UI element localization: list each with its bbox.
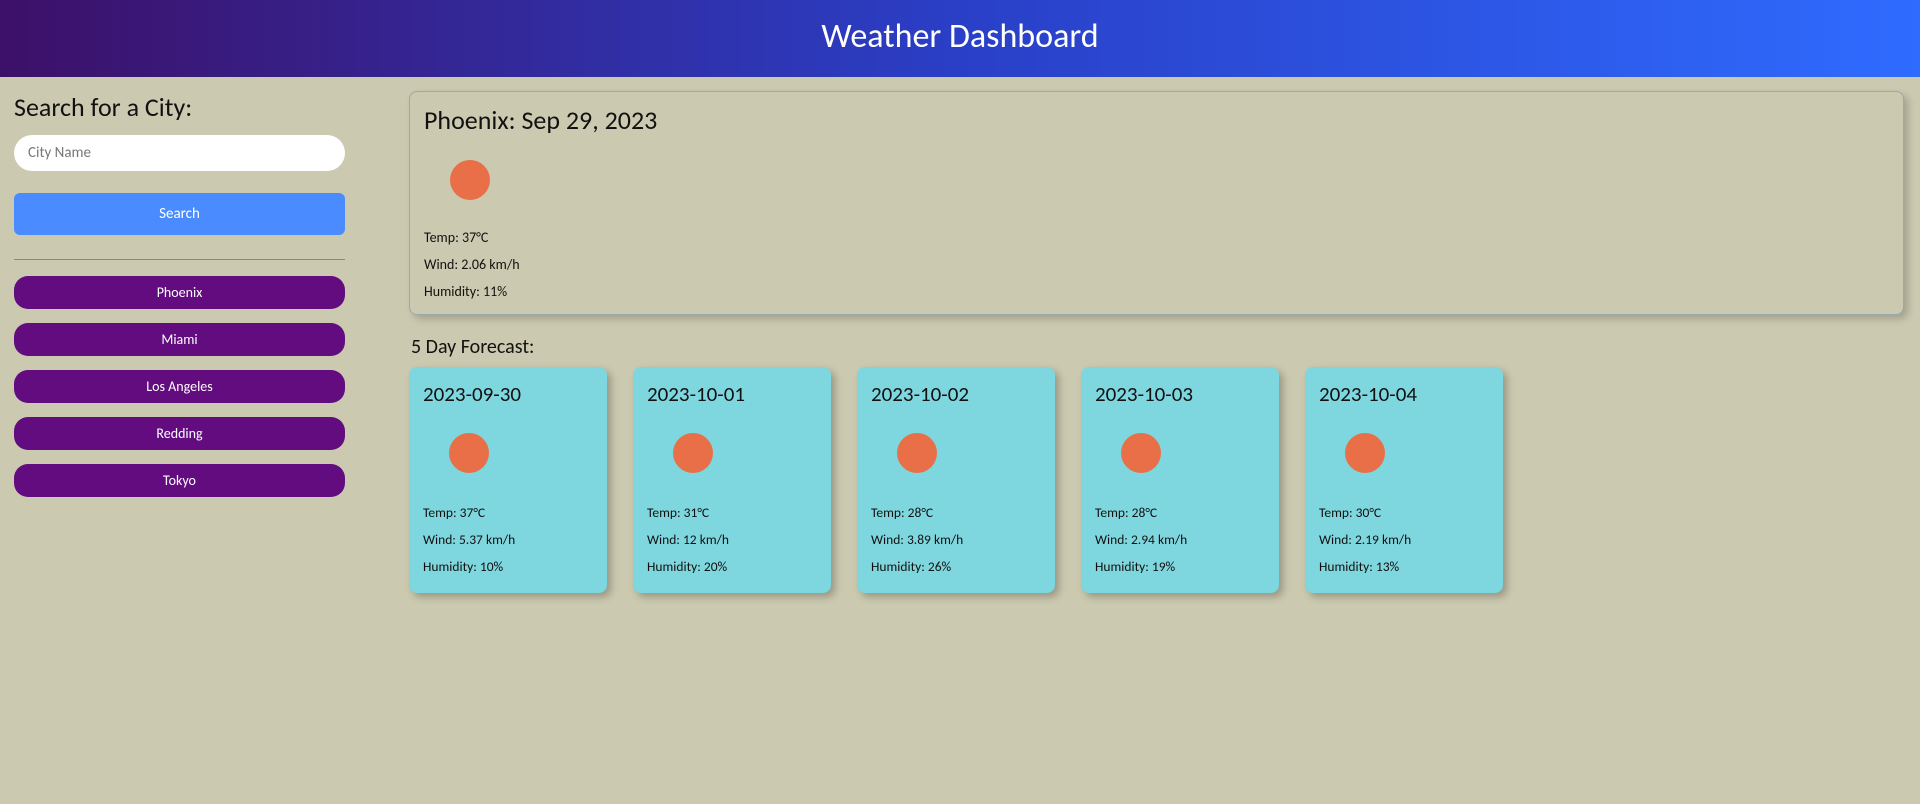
sun-icon	[673, 433, 713, 473]
page-title: Weather Dashboard	[0, 16, 1920, 57]
forecast-temp: Temp: 31°C	[647, 504, 819, 521]
history-item-miami[interactable]: Miami	[14, 323, 345, 356]
search-input[interactable]	[14, 135, 345, 171]
sun-icon	[450, 160, 490, 200]
divider	[14, 259, 345, 260]
history-item-phoenix[interactable]: Phoenix	[14, 276, 345, 309]
search-heading: Search for a City:	[14, 91, 345, 123]
forecast-wind: Wind: 3.89 km/h	[871, 531, 1043, 548]
forecast-wind: Wind: 2.19 km/h	[1319, 531, 1491, 548]
history-item-tokyo[interactable]: Tokyo	[14, 464, 345, 497]
sun-icon	[1121, 433, 1161, 473]
forecast-humidity: Humidity: 20%	[647, 558, 819, 575]
forecast-card: 2023-10-03 Temp: 28°C Wind: 2.94 km/h Hu…	[1081, 367, 1279, 593]
forecast-wind: Wind: 12 km/h	[647, 531, 819, 548]
history-item-los-angeles[interactable]: Los Angeles	[14, 370, 345, 403]
forecast-humidity: Humidity: 10%	[423, 558, 595, 575]
history-item-redding[interactable]: Redding	[14, 417, 345, 450]
forecast-date: 2023-10-01	[647, 381, 819, 407]
forecast-temp: Temp: 28°C	[1095, 504, 1267, 521]
current-temp: Temp: 37°C	[424, 229, 1889, 246]
forecast-card: 2023-10-02 Temp: 28°C Wind: 3.89 km/h Hu…	[857, 367, 1055, 593]
forecast-temp: Temp: 28°C	[871, 504, 1043, 521]
forecast-humidity: Humidity: 26%	[871, 558, 1043, 575]
forecast-date: 2023-09-30	[423, 381, 595, 407]
forecast-date: 2023-10-03	[1095, 381, 1267, 407]
current-humidity: Humidity: 11%	[424, 283, 1889, 300]
sun-icon	[449, 433, 489, 473]
current-heading: Phoenix: Sep 29, 2023	[424, 104, 1889, 136]
sidebar: Search for a City: Search Phoenix Miami …	[14, 91, 359, 593]
forecast-card: 2023-09-30 Temp: 37°C Wind: 5.37 km/h Hu…	[409, 367, 607, 593]
forecast-humidity: Humidity: 13%	[1319, 558, 1491, 575]
forecast-date: 2023-10-02	[871, 381, 1043, 407]
forecast-humidity: Humidity: 19%	[1095, 558, 1267, 575]
current-weather-card: Phoenix: Sep 29, 2023 Temp: 37°C Wind: 2…	[409, 91, 1904, 315]
sun-icon	[897, 433, 937, 473]
forecast-wind: Wind: 2.94 km/h	[1095, 531, 1267, 548]
forecast-card: 2023-10-04 Temp: 30°C Wind: 2.19 km/h Hu…	[1305, 367, 1503, 593]
main-layout: Search for a City: Search Phoenix Miami …	[0, 77, 1920, 593]
forecast-date: 2023-10-04	[1319, 381, 1491, 407]
forecast-title: 5 Day Forecast:	[411, 335, 1910, 359]
forecast-card: 2023-10-01 Temp: 31°C Wind: 12 km/h Humi…	[633, 367, 831, 593]
forecast-temp: Temp: 30°C	[1319, 504, 1491, 521]
app-header: Weather Dashboard	[0, 0, 1920, 77]
search-button[interactable]: Search	[14, 193, 345, 235]
sun-icon	[1345, 433, 1385, 473]
current-wind: Wind: 2.06 km/h	[424, 256, 1889, 273]
forecast-row: 2023-09-30 Temp: 37°C Wind: 5.37 km/h Hu…	[409, 367, 1910, 593]
main-content: Phoenix: Sep 29, 2023 Temp: 37°C Wind: 2…	[359, 91, 1920, 593]
forecast-temp: Temp: 37°C	[423, 504, 595, 521]
forecast-wind: Wind: 5.37 km/h	[423, 531, 595, 548]
